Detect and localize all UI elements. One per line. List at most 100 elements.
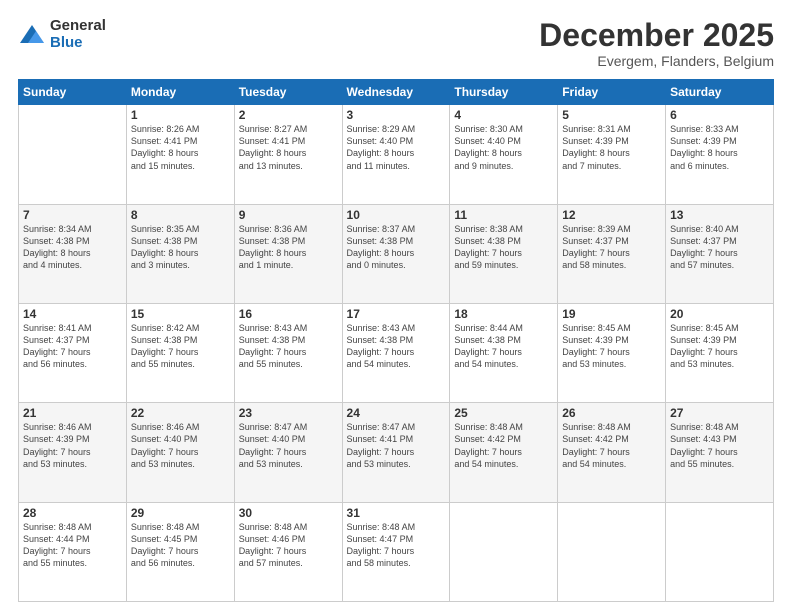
day-info: Sunrise: 8:43 AM Sunset: 4:38 PM Dayligh… — [239, 322, 338, 371]
day-number: 22 — [131, 406, 230, 420]
day-number: 10 — [347, 208, 446, 222]
table-row: 7Sunrise: 8:34 AM Sunset: 4:38 PM Daylig… — [19, 204, 127, 303]
table-row: 14Sunrise: 8:41 AM Sunset: 4:37 PM Dayli… — [19, 303, 127, 402]
day-info: Sunrise: 8:26 AM Sunset: 4:41 PM Dayligh… — [131, 123, 230, 172]
col-tuesday: Tuesday — [234, 80, 342, 105]
day-info: Sunrise: 8:35 AM Sunset: 4:38 PM Dayligh… — [131, 223, 230, 272]
logo-text: General Blue — [50, 18, 106, 51]
day-number: 28 — [23, 506, 122, 520]
day-info: Sunrise: 8:45 AM Sunset: 4:39 PM Dayligh… — [670, 322, 769, 371]
day-number: 30 — [239, 506, 338, 520]
table-row: 11Sunrise: 8:38 AM Sunset: 4:38 PM Dayli… — [450, 204, 558, 303]
table-row: 20Sunrise: 8:45 AM Sunset: 4:39 PM Dayli… — [666, 303, 774, 402]
day-number: 27 — [670, 406, 769, 420]
table-row: 1Sunrise: 8:26 AM Sunset: 4:41 PM Daylig… — [126, 105, 234, 204]
calendar-week-row: 21Sunrise: 8:46 AM Sunset: 4:39 PM Dayli… — [19, 403, 774, 502]
table-row: 19Sunrise: 8:45 AM Sunset: 4:39 PM Dayli… — [558, 303, 666, 402]
day-number: 4 — [454, 108, 553, 122]
day-number: 7 — [23, 208, 122, 222]
calendar-week-row: 28Sunrise: 8:48 AM Sunset: 4:44 PM Dayli… — [19, 502, 774, 601]
day-info: Sunrise: 8:45 AM Sunset: 4:39 PM Dayligh… — [562, 322, 661, 371]
day-number: 15 — [131, 307, 230, 321]
location-title: Evergem, Flanders, Belgium — [539, 53, 774, 69]
table-row: 18Sunrise: 8:44 AM Sunset: 4:38 PM Dayli… — [450, 303, 558, 402]
day-info: Sunrise: 8:48 AM Sunset: 4:42 PM Dayligh… — [454, 421, 553, 470]
logo: General Blue — [18, 18, 106, 51]
day-info: Sunrise: 8:48 AM Sunset: 4:45 PM Dayligh… — [131, 521, 230, 570]
day-number: 25 — [454, 406, 553, 420]
table-row — [666, 502, 774, 601]
day-info: Sunrise: 8:43 AM Sunset: 4:38 PM Dayligh… — [347, 322, 446, 371]
table-row: 8Sunrise: 8:35 AM Sunset: 4:38 PM Daylig… — [126, 204, 234, 303]
day-number: 23 — [239, 406, 338, 420]
table-row: 16Sunrise: 8:43 AM Sunset: 4:38 PM Dayli… — [234, 303, 342, 402]
day-info: Sunrise: 8:38 AM Sunset: 4:38 PM Dayligh… — [454, 223, 553, 272]
title-block: December 2025 Evergem, Flanders, Belgium — [539, 18, 774, 69]
table-row: 3Sunrise: 8:29 AM Sunset: 4:40 PM Daylig… — [342, 105, 450, 204]
day-info: Sunrise: 8:34 AM Sunset: 4:38 PM Dayligh… — [23, 223, 122, 272]
day-number: 20 — [670, 307, 769, 321]
day-number: 8 — [131, 208, 230, 222]
day-info: Sunrise: 8:48 AM Sunset: 4:44 PM Dayligh… — [23, 521, 122, 570]
header: General Blue December 2025 Evergem, Flan… — [18, 18, 774, 69]
day-info: Sunrise: 8:44 AM Sunset: 4:38 PM Dayligh… — [454, 322, 553, 371]
day-number: 5 — [562, 108, 661, 122]
table-row: 12Sunrise: 8:39 AM Sunset: 4:37 PM Dayli… — [558, 204, 666, 303]
day-number: 19 — [562, 307, 661, 321]
logo-icon — [18, 21, 46, 49]
calendar: Sunday Monday Tuesday Wednesday Thursday… — [18, 79, 774, 602]
logo-general-text: General — [50, 18, 106, 35]
table-row: 15Sunrise: 8:42 AM Sunset: 4:38 PM Dayli… — [126, 303, 234, 402]
table-row: 17Sunrise: 8:43 AM Sunset: 4:38 PM Dayli… — [342, 303, 450, 402]
table-row: 29Sunrise: 8:48 AM Sunset: 4:45 PM Dayli… — [126, 502, 234, 601]
month-title: December 2025 — [539, 18, 774, 53]
table-row: 28Sunrise: 8:48 AM Sunset: 4:44 PM Dayli… — [19, 502, 127, 601]
day-info: Sunrise: 8:46 AM Sunset: 4:40 PM Dayligh… — [131, 421, 230, 470]
day-info: Sunrise: 8:42 AM Sunset: 4:38 PM Dayligh… — [131, 322, 230, 371]
day-number: 29 — [131, 506, 230, 520]
day-number: 18 — [454, 307, 553, 321]
day-number: 13 — [670, 208, 769, 222]
table-row — [19, 105, 127, 204]
day-info: Sunrise: 8:33 AM Sunset: 4:39 PM Dayligh… — [670, 123, 769, 172]
col-wednesday: Wednesday — [342, 80, 450, 105]
table-row: 9Sunrise: 8:36 AM Sunset: 4:38 PM Daylig… — [234, 204, 342, 303]
col-monday: Monday — [126, 80, 234, 105]
table-row — [450, 502, 558, 601]
day-info: Sunrise: 8:29 AM Sunset: 4:40 PM Dayligh… — [347, 123, 446, 172]
day-number: 2 — [239, 108, 338, 122]
day-info: Sunrise: 8:48 AM Sunset: 4:42 PM Dayligh… — [562, 421, 661, 470]
table-row — [558, 502, 666, 601]
table-row: 30Sunrise: 8:48 AM Sunset: 4:46 PM Dayli… — [234, 502, 342, 601]
table-row: 5Sunrise: 8:31 AM Sunset: 4:39 PM Daylig… — [558, 105, 666, 204]
day-number: 1 — [131, 108, 230, 122]
col-friday: Friday — [558, 80, 666, 105]
day-info: Sunrise: 8:27 AM Sunset: 4:41 PM Dayligh… — [239, 123, 338, 172]
table-row: 25Sunrise: 8:48 AM Sunset: 4:42 PM Dayli… — [450, 403, 558, 502]
calendar-week-row: 7Sunrise: 8:34 AM Sunset: 4:38 PM Daylig… — [19, 204, 774, 303]
day-info: Sunrise: 8:37 AM Sunset: 4:38 PM Dayligh… — [347, 223, 446, 272]
table-row: 26Sunrise: 8:48 AM Sunset: 4:42 PM Dayli… — [558, 403, 666, 502]
day-number: 11 — [454, 208, 553, 222]
day-info: Sunrise: 8:31 AM Sunset: 4:39 PM Dayligh… — [562, 123, 661, 172]
col-thursday: Thursday — [450, 80, 558, 105]
col-saturday: Saturday — [666, 80, 774, 105]
day-number: 14 — [23, 307, 122, 321]
logo-blue-text: Blue — [50, 35, 106, 52]
day-info: Sunrise: 8:40 AM Sunset: 4:37 PM Dayligh… — [670, 223, 769, 272]
day-number: 12 — [562, 208, 661, 222]
table-row: 2Sunrise: 8:27 AM Sunset: 4:41 PM Daylig… — [234, 105, 342, 204]
day-number: 6 — [670, 108, 769, 122]
day-info: Sunrise: 8:48 AM Sunset: 4:46 PM Dayligh… — [239, 521, 338, 570]
weekday-header-row: Sunday Monday Tuesday Wednesday Thursday… — [19, 80, 774, 105]
day-number: 26 — [562, 406, 661, 420]
day-number: 3 — [347, 108, 446, 122]
table-row: 22Sunrise: 8:46 AM Sunset: 4:40 PM Dayli… — [126, 403, 234, 502]
day-number: 9 — [239, 208, 338, 222]
day-number: 24 — [347, 406, 446, 420]
day-number: 16 — [239, 307, 338, 321]
calendar-week-row: 14Sunrise: 8:41 AM Sunset: 4:37 PM Dayli… — [19, 303, 774, 402]
day-info: Sunrise: 8:48 AM Sunset: 4:43 PM Dayligh… — [670, 421, 769, 470]
day-info: Sunrise: 8:30 AM Sunset: 4:40 PM Dayligh… — [454, 123, 553, 172]
day-info: Sunrise: 8:36 AM Sunset: 4:38 PM Dayligh… — [239, 223, 338, 272]
